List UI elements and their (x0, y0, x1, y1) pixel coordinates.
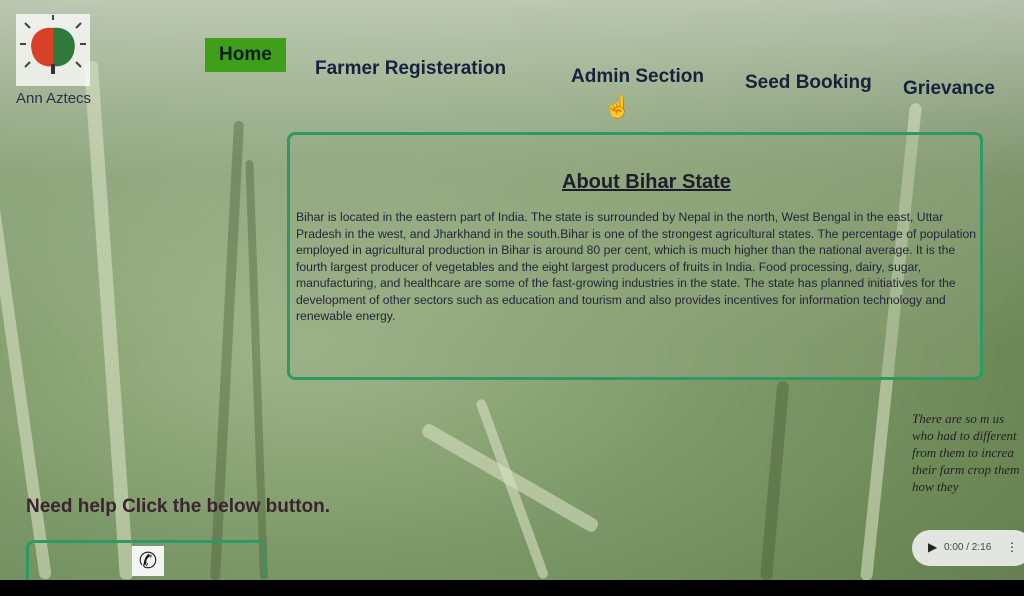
brain-leaf-icon (20, 15, 86, 74)
about-panel: About Bihar State Bihar is located in th… (287, 132, 983, 380)
play-icon[interactable]: ▶ (928, 540, 937, 554)
audio-time: 0:00 / 2:16 (944, 542, 992, 553)
about-title: About Bihar State (562, 171, 731, 193)
logo[interactable] (16, 14, 90, 86)
nav-home[interactable]: Home (205, 38, 286, 72)
nav-grievance[interactable]: Grievance (903, 78, 995, 100)
webpage-screen: Ann Aztecs Home Farmer Registeration Adm… (0, 0, 1024, 580)
audio-player[interactable]: ▶ 0:00 / 2:16 ⋮ (912, 530, 1024, 566)
nav-admin-section[interactable]: Admin Section (571, 66, 704, 88)
nav-farmer-registeration[interactable]: Farmer Registeration (315, 58, 506, 80)
brand-name: Ann Aztecs (16, 90, 92, 107)
phone-icon[interactable]: ✆ (132, 546, 164, 576)
testimonial-text: There are so m us who had to different f… (912, 411, 1020, 494)
hand-cursor-icon: ☝ (604, 94, 632, 119)
nav-seed-booking[interactable]: Seed Booking (745, 72, 872, 94)
wheat-stalk (0, 202, 52, 580)
bottom-bar (0, 580, 1024, 596)
about-body: Bihar is located in the eastern part of … (296, 210, 976, 323)
more-options-icon[interactable]: ⋮ (1006, 540, 1018, 554)
help-text: Need help Click the below button. (26, 496, 331, 517)
wheat-stalk (760, 380, 790, 580)
